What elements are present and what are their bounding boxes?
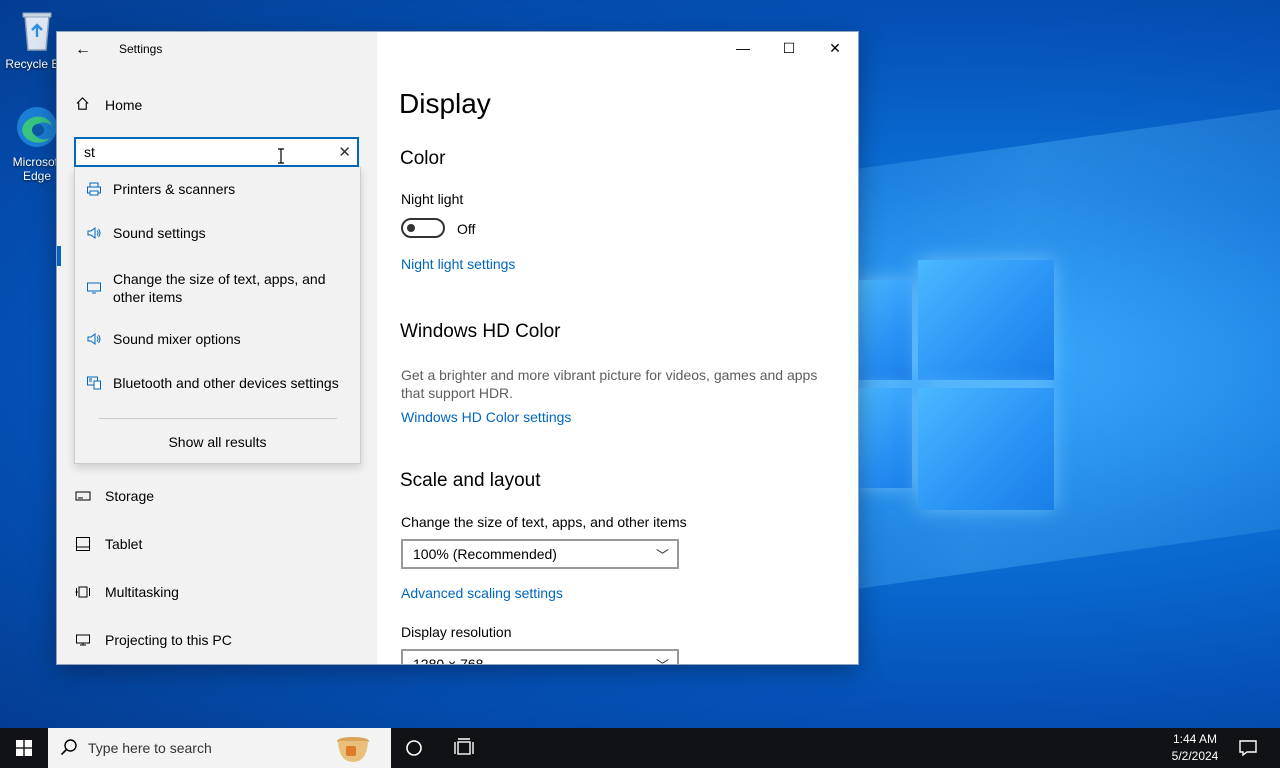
taskbar-search-box[interactable]: Type here to search <box>48 728 391 768</box>
suggestion-label: Printers & scanners <box>113 181 236 197</box>
minimize-icon: — <box>736 40 750 56</box>
speaker-icon <box>85 225 103 241</box>
task-view-icon[interactable] <box>453 738 475 758</box>
nav-home-label: Home <box>105 97 143 113</box>
night-light-settings-link[interactable]: Night light settings <box>401 256 515 272</box>
scale-label: Change the size of text, apps, and other… <box>401 514 687 530</box>
storage-icon <box>75 489 91 503</box>
clear-search-icon[interactable]: ✕ <box>338 143 351 161</box>
window-title: Settings <box>119 42 163 56</box>
section-heading-scale-layout: Scale and layout <box>400 470 541 491</box>
hd-color-settings-link[interactable]: Windows HD Color settings <box>401 409 571 425</box>
cortana-icon[interactable] <box>404 738 424 758</box>
page-title: Display <box>399 88 491 119</box>
multitasking-icon <box>75 584 91 600</box>
suggestion-printers-scanners[interactable]: Printers & scanners <box>75 179 360 199</box>
suggestion-bluetooth-devices[interactable]: Bluetooth and other devices settings <box>75 373 360 393</box>
home-icon <box>75 96 91 114</box>
clock-time: 1:44 AM <box>1172 732 1218 746</box>
back-button[interactable]: ← <box>73 40 93 60</box>
taskbar: Type here to search 1:44 AM 5/2/2024 <box>0 728 1280 768</box>
resolution-label: Display resolution <box>401 624 512 640</box>
maximize-icon: ☐ <box>782 39 796 56</box>
search-suggestions-dropdown: Printers & scanners Sound settings Chang… <box>74 167 361 464</box>
section-heading-hd-color: Windows HD Color <box>400 321 561 342</box>
speaker-icon <box>85 331 103 347</box>
monitor-icon <box>85 280 103 296</box>
back-arrow-icon: ← <box>75 41 91 58</box>
printer-icon <box>85 181 103 197</box>
chevron-down-icon: ﹀ <box>655 548 669 563</box>
minimize-button[interactable]: — <box>720 32 766 64</box>
wallpaper-windows-logo <box>858 258 1054 512</box>
resolution-dropdown[interactable]: 1280 × 768 ﹀ <box>401 649 679 664</box>
nav-item-multitasking[interactable]: Multitasking <box>75 584 179 600</box>
windows-start-icon <box>16 740 32 756</box>
nav-item-storage[interactable]: Storage <box>75 488 154 504</box>
close-icon: ✕ <box>829 39 841 56</box>
clock-date: 5/2/2024 <box>1171 749 1219 763</box>
toggle-knob <box>407 224 415 232</box>
hd-color-description: Get a brighter and more vibrant picture … <box>401 367 818 401</box>
nav-item-label: Storage <box>105 488 155 504</box>
system-clock[interactable]: 1:44 AM 5/2/2024 <box>1160 731 1230 765</box>
nav-item-label: Tablet <box>105 536 143 552</box>
nav-home[interactable]: Home <box>75 96 142 114</box>
devices-icon <box>85 375 103 391</box>
night-light-state: Off <box>457 221 476 237</box>
close-button[interactable]: ✕ <box>812 32 858 64</box>
nav-item-label: Projecting to this PC <box>105 632 232 648</box>
display-settings-page: — ☐ ✕ Display Color Night light Off Nigh… <box>377 32 858 664</box>
show-all-results-button[interactable]: Show all results <box>75 434 360 450</box>
dropdown-separator <box>99 418 337 419</box>
search-icon <box>60 739 77 756</box>
suggestion-sound-settings[interactable]: Sound settings <box>75 223 360 243</box>
window-controls: — ☐ ✕ <box>720 32 858 64</box>
nav-item-label: Multitasking <box>105 584 179 600</box>
section-heading-color: Color <box>400 148 446 169</box>
maximize-button[interactable]: ☐ <box>766 32 812 64</box>
settings-search-box[interactable]: ✕ <box>74 137 359 167</box>
resolution-value: 1280 × 768 <box>413 656 484 664</box>
night-light-label: Night light <box>401 191 464 207</box>
text-cursor-icon <box>278 148 284 164</box>
advanced-scaling-link[interactable]: Advanced scaling settings <box>401 585 563 601</box>
nav-item-tablet[interactable]: Tablet <box>75 536 142 552</box>
notification-center-icon[interactable] <box>1238 738 1258 758</box>
nav-selected-indicator <box>57 246 61 266</box>
suggestion-label: Sound settings <box>113 225 206 241</box>
settings-search-input[interactable] <box>84 144 324 160</box>
scale-dropdown[interactable]: 100% (Recommended) ﹀ <box>401 539 679 569</box>
tablet-icon <box>75 536 91 552</box>
suggestion-label: Bluetooth and other devices settings <box>113 375 339 391</box>
night-light-toggle[interactable] <box>401 218 445 238</box>
nav-item-projecting[interactable]: Projecting to this PC <box>75 632 232 648</box>
suggestion-sound-mixer[interactable]: Sound mixer options <box>75 329 360 349</box>
start-button[interactable] <box>0 728 48 768</box>
settings-window: ← Settings Home ✕ Printers & scanners <box>57 32 858 664</box>
settings-nav-pane: ← Settings Home ✕ Printers & scanners <box>57 32 377 664</box>
suggestion-change-text-size[interactable]: Change the size of text, apps, and other… <box>75 268 360 308</box>
projecting-icon <box>75 633 91 647</box>
scale-value: 100% (Recommended) <box>413 546 557 562</box>
taskbar-search-placeholder: Type here to search <box>88 740 212 756</box>
suggestion-label: Sound mixer options <box>113 331 241 347</box>
suggestion-label: Change the size of text, apps, and other… <box>113 271 326 305</box>
chevron-down-icon: ﹀ <box>656 655 669 664</box>
search-highlight-icon <box>337 737 369 762</box>
